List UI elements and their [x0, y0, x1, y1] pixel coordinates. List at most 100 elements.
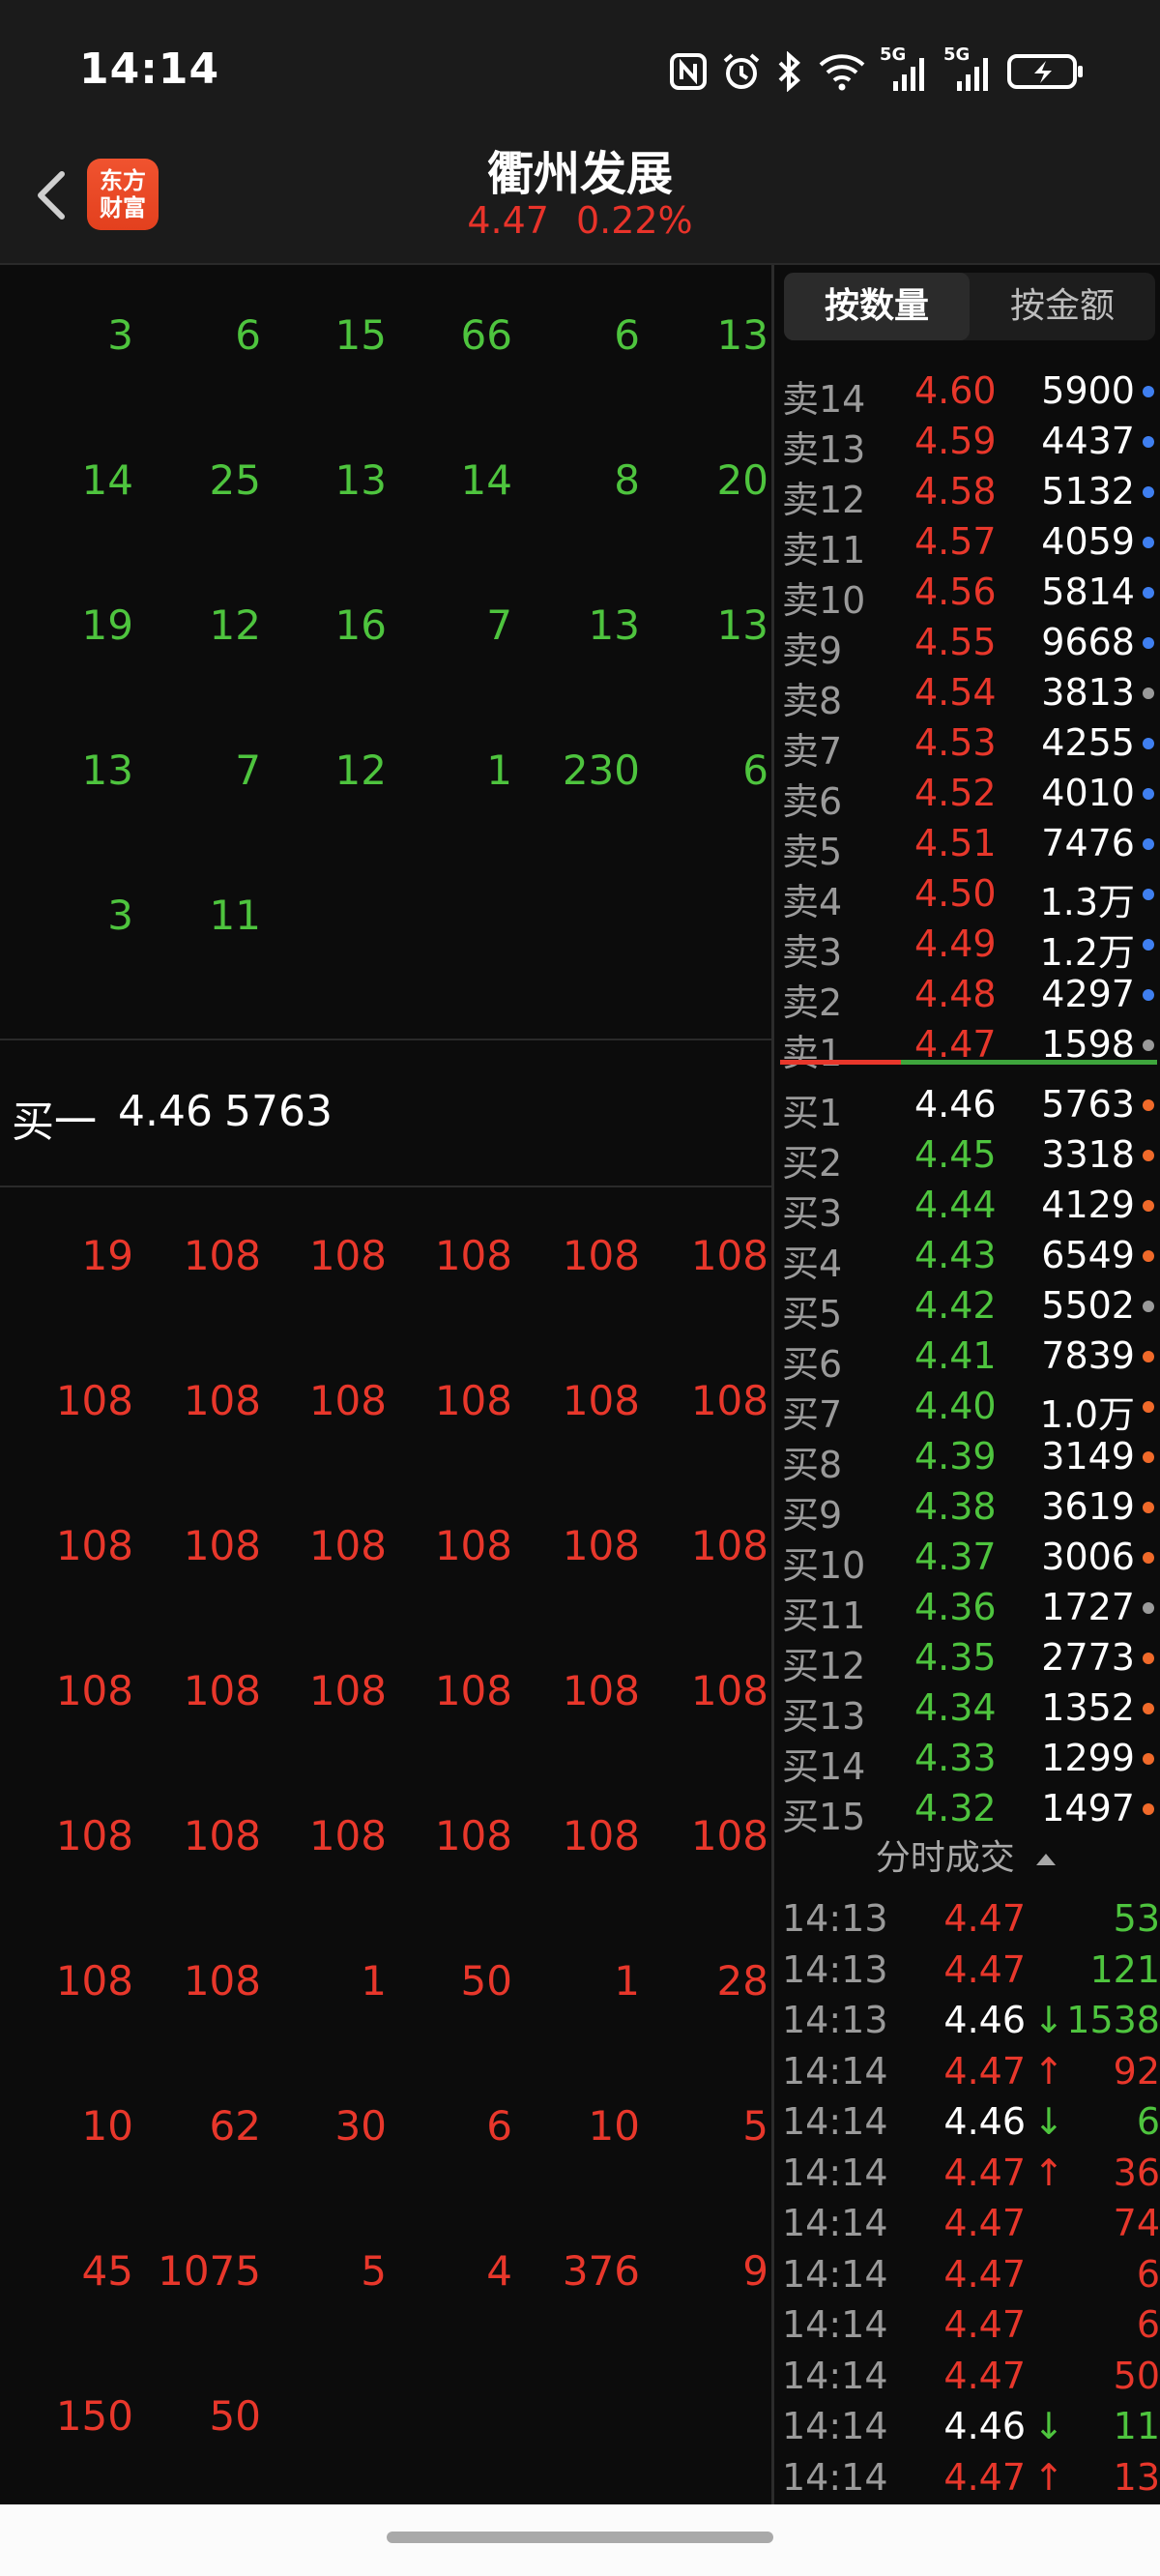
- ask-row[interactable]: 卖13 4.59 4437: [774, 420, 1160, 471]
- stock-price: 4.47: [467, 199, 549, 242]
- bid-volume: 3149: [1041, 1435, 1135, 1478]
- ask-price: 4.53: [914, 721, 997, 764]
- ask-source-dot: [1143, 436, 1154, 448]
- tick-row[interactable]: 14:14 4.46 ↓ 11: [774, 2405, 1160, 2455]
- tick-price: 4.47: [943, 1947, 1026, 1991]
- tick-time: 14:13: [782, 1897, 888, 1940]
- ask-row[interactable]: 卖11 4.57 4059: [774, 520, 1160, 571]
- bid-source-dot: [1143, 1150, 1154, 1161]
- ask-level-label: 卖1: [782, 1032, 843, 1074]
- ask-row[interactable]: 卖5 4.51 7476: [774, 822, 1160, 873]
- bid-level-label: 买6: [782, 1343, 843, 1386]
- tick-row[interactable]: 14:14 4.47 6: [774, 2253, 1160, 2303]
- bid-row[interactable]: 买9 4.38 3619: [774, 1485, 1160, 1537]
- tab-by-amount[interactable]: 按金额: [970, 273, 1155, 340]
- bid-row[interactable]: 买12 4.35 2773: [774, 1636, 1160, 1687]
- wifi-icon: [819, 54, 865, 91]
- bid-row[interactable]: 买7 4.40 1.0万: [774, 1385, 1160, 1436]
- ask-source-dot: [1143, 788, 1154, 800]
- tick-time: 14:14: [782, 2151, 888, 2194]
- bid-row[interactable]: 买11 4.36 1727: [774, 1586, 1160, 1637]
- ask-source-dot: [1143, 688, 1154, 699]
- tick-row[interactable]: 14:14 4.47 74: [774, 2202, 1160, 2252]
- system-nav-bar: [0, 2504, 1160, 2576]
- tick-volume: 11: [1113, 2405, 1160, 2447]
- tick-direction-arrow: ↑: [1033, 2151, 1064, 2194]
- ask-row[interactable]: 卖9 4.55 9668: [774, 621, 1160, 672]
- bid-volume: 1497: [1041, 1787, 1135, 1830]
- tick-price: 4.46: [943, 2100, 1026, 2143]
- bid-price: 4.32: [914, 1787, 997, 1830]
- tick-row[interactable]: 14:14 4.47 50: [774, 2355, 1160, 2405]
- tick-row[interactable]: 14:13 4.47 53: [774, 1897, 1160, 1947]
- queue-order-size: 16: [334, 601, 387, 649]
- bid-level-label: 买5: [782, 1293, 843, 1335]
- queue-order-size: 13: [334, 456, 387, 504]
- tick-row[interactable]: 14:14 4.46 ↓ 6: [774, 2100, 1160, 2151]
- ask-source-dot: [1143, 889, 1154, 900]
- queue-order-size: 108: [183, 1522, 261, 1569]
- bid-row[interactable]: 买4 4.43 6549: [774, 1234, 1160, 1285]
- queue-order-size: 108: [55, 1377, 133, 1424]
- queue-row: 3 6 15 66 6 13: [0, 265, 771, 410]
- bid-volume: 3619: [1041, 1485, 1135, 1528]
- ask-row[interactable]: 卖6 4.52 4010: [774, 772, 1160, 823]
- queue-order-size: 5: [361, 2247, 387, 2295]
- bid-price: 4.43: [914, 1234, 997, 1276]
- ask-level-label: 卖3: [782, 931, 843, 974]
- queue-order-size: 15: [334, 311, 387, 359]
- market-depth-panel[interactable]: 按数量 按金额 卖14 4.60 5900 卖13 4.59 4437 卖12 4.58 513…: [774, 265, 1160, 2504]
- ask-row[interactable]: 卖7 4.53 4255: [774, 721, 1160, 773]
- tick-row[interactable]: 14:14 4.47 ↑ 13: [774, 2456, 1160, 2506]
- ask-row[interactable]: 卖4 4.50 1.3万: [774, 872, 1160, 923]
- bid-row[interactable]: 买5 4.42 5502: [774, 1284, 1160, 1335]
- ask-volume: 7476: [1041, 822, 1135, 864]
- bid-row[interactable]: 买3 4.44 4129: [774, 1184, 1160, 1235]
- ask-row[interactable]: 卖2 4.48 4297: [774, 973, 1160, 1024]
- ask-row[interactable]: 卖3 4.49 1.2万: [774, 922, 1160, 974]
- ask-row[interactable]: 卖10 4.56 5814: [774, 571, 1160, 622]
- ask-source-dot: [1143, 486, 1154, 498]
- tick-row[interactable]: 14:14 4.47 ↑ 36: [774, 2152, 1160, 2202]
- queue-order-size: 108: [55, 1522, 133, 1569]
- queue-row: 19 108 108 108 108 108: [0, 1186, 771, 1331]
- bid-row[interactable]: 买2 4.45 3318: [774, 1133, 1160, 1185]
- bid-row[interactable]: 买10 4.37 3006: [774, 1536, 1160, 1587]
- tick-row[interactable]: 14:13 4.46 ↓ 1538: [774, 1999, 1160, 2049]
- ask-row[interactable]: 卖8 4.54 3813: [774, 671, 1160, 722]
- bid-volume: 7839: [1041, 1334, 1135, 1377]
- queue-row: 19 12 16 7 13 13: [0, 555, 771, 700]
- ask-source-dot: [1143, 637, 1154, 649]
- home-indicator[interactable]: [387, 2532, 773, 2543]
- bid-price: 4.40: [914, 1385, 997, 1427]
- ask-price: 4.50: [914, 872, 997, 915]
- tick-row[interactable]: 14:14 4.47 6: [774, 2303, 1160, 2354]
- ask-row[interactable]: 卖14 4.60 5900: [774, 369, 1160, 421]
- bid-volume: 5502: [1041, 1284, 1135, 1327]
- bid-row[interactable]: 买14 4.33 1299: [774, 1737, 1160, 1788]
- tick-row[interactable]: 14:14 4.47 ↑ 92: [774, 2050, 1160, 2100]
- order-queue-panel[interactable]: 3 6 15 66 6 13 14 25 13 14 8 20 19 12 16 7 13 13 13 7 12 1 230…: [0, 265, 771, 2504]
- ask-row[interactable]: 卖12 4.58 5132: [774, 470, 1160, 521]
- queue-order-size: 108: [690, 1667, 768, 1714]
- tick-volume: 121: [1089, 1947, 1160, 1991]
- tick-price: 4.47: [943, 2151, 1026, 2194]
- bid-row[interactable]: 买1 4.46 5763: [774, 1083, 1160, 1134]
- queue-order-size: 108: [183, 1812, 261, 1859]
- bid-source-dot: [1143, 1301, 1154, 1312]
- caret-up-icon: [1036, 1854, 1057, 1865]
- tab-by-volume[interactable]: 按数量: [784, 273, 970, 340]
- queue-order-size: 1: [614, 1957, 640, 2005]
- queue-order-size: 108: [183, 1232, 261, 1279]
- ask-price: 4.52: [914, 772, 997, 814]
- bid-row[interactable]: 买13 4.34 1352: [774, 1686, 1160, 1738]
- bid-row[interactable]: 买8 4.39 3149: [774, 1435, 1160, 1486]
- bid-row[interactable]: 买6 4.41 7839: [774, 1334, 1160, 1386]
- tick-row[interactable]: 14:13 4.47 121: [774, 1948, 1160, 1999]
- ask-volume: 4297: [1041, 973, 1135, 1015]
- queue-order-size: 150: [55, 2392, 133, 2440]
- queue-order-size: 1075: [158, 2247, 261, 2295]
- ticks-header[interactable]: 分时成交: [774, 1830, 1160, 1888]
- ask-row[interactable]: 卖1 4.47 1598: [774, 1023, 1160, 1074]
- tick-time: 14:14: [782, 2405, 888, 2447]
